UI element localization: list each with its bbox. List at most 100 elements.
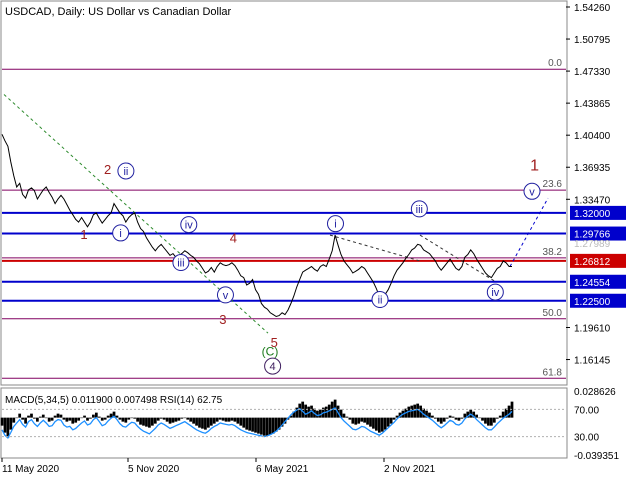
- macd-bar: [487, 417, 490, 426]
- macd-bar: [348, 417, 352, 420]
- macd-bar: [345, 416, 349, 418]
- macd-bar: [148, 417, 151, 428]
- wave-label: ii: [378, 295, 383, 307]
- fib-level-label: 23.6: [543, 179, 563, 190]
- macd-bar: [263, 417, 266, 436]
- fib-level-label: 61.8: [543, 367, 563, 378]
- macd-bar: [448, 415, 452, 418]
- chart-title: USDCAD, Daily: US Dollar vs Canadian Dol…: [5, 6, 232, 18]
- macd-bar: [383, 417, 387, 430]
- indicator-title: MACD(5,34,5) 0.011900 0.007498 RSI(14) 6…: [5, 395, 223, 406]
- macd-bar: [195, 417, 198, 426]
- level-price-text: 1.26812: [574, 257, 611, 268]
- macd-bar: [50, 417, 54, 421]
- macd-bar: [212, 417, 216, 424]
- macd-bar: [38, 416, 42, 418]
- macd-bar: [133, 417, 137, 419]
- level-price-text: 1.32000: [574, 209, 611, 220]
- macd-bar: [44, 417, 48, 419]
- fib-level-label: 38.2: [543, 247, 563, 258]
- indicator-tick-label: 30.00: [574, 433, 599, 444]
- macd-bar: [186, 417, 190, 420]
- macd-bar: [177, 417, 181, 421]
- indicator-tick-label: 70.00: [574, 405, 599, 416]
- macd-bar: [139, 417, 142, 425]
- macd-bar: [159, 417, 163, 419]
- chart-background: [0, 0, 640, 480]
- price-tick-label: 1.50795: [574, 35, 611, 46]
- macd-bar: [271, 417, 275, 434]
- macd-bar: [136, 417, 139, 422]
- macd-bar: [245, 417, 249, 430]
- wave-label: i: [334, 219, 336, 231]
- macd-bar: [377, 417, 381, 433]
- indicator-tick-label: 0.028626: [574, 387, 616, 398]
- macd-bar: [86, 417, 89, 421]
- macd-bar: [357, 417, 361, 424]
- macd-bar: [124, 417, 128, 423]
- macd-bar: [242, 417, 246, 428]
- wave-label: 4: [230, 230, 237, 245]
- macd-bar: [180, 417, 184, 419]
- macd-bar: [206, 417, 210, 428]
- macd-bar: [68, 417, 72, 421]
- wave-label: iv: [491, 287, 499, 299]
- fib-level-label: 50.0: [543, 308, 563, 319]
- wave-label: 3: [219, 312, 226, 327]
- macd-bar: [15, 417, 19, 419]
- macd-bar: [198, 417, 201, 428]
- macd-bar: [36, 417, 39, 422]
- macd-bar: [21, 417, 25, 420]
- macd-bar: [209, 417, 213, 426]
- macd-bar: [106, 415, 110, 418]
- macd-bar: [475, 414, 478, 418]
- macd-bar: [484, 417, 487, 424]
- macd-bar: [183, 417, 187, 419]
- macd-bar: [375, 417, 378, 431]
- macd-bar: [62, 417, 66, 420]
- indicator-tick-label: -0.039351: [574, 451, 619, 462]
- macd-bar: [18, 413, 22, 418]
- macd-bar: [9, 417, 13, 430]
- price-tick-label: 1.47330: [574, 67, 611, 78]
- time-tick-label: 2 Nov 2021: [384, 464, 436, 475]
- macd-bar: [457, 417, 461, 421]
- macd-bar: [97, 416, 101, 418]
- macd-bar: [74, 417, 78, 423]
- macd-bar: [145, 417, 148, 427]
- macd-bar: [298, 403, 302, 418]
- macd-bar: [89, 417, 92, 419]
- level-price-text: 1.24554: [574, 278, 611, 289]
- macd-bar: [118, 417, 122, 420]
- macd-bar: [201, 417, 204, 429]
- macd-bar: [115, 415, 119, 418]
- macd-bar: [236, 417, 240, 424]
- macd-bar: [218, 417, 222, 420]
- macd-bar: [192, 417, 195, 424]
- macd-bar: [265, 417, 269, 436]
- macd-bar: [189, 417, 193, 422]
- macd-bar: [162, 417, 166, 420]
- macd-bar: [254, 417, 257, 433]
- price-tick-label: 1.40400: [574, 131, 611, 142]
- macd-bar: [372, 417, 375, 429]
- macd-bar: [204, 417, 207, 430]
- macd-bar: [80, 417, 83, 419]
- time-tick-label: 6 May 2021: [256, 464, 309, 475]
- fib-level-label: 0.0: [548, 58, 562, 69]
- price-tick-label: 1.33470: [574, 195, 611, 206]
- macd-bar: [268, 417, 272, 435]
- wave-label: 2: [104, 162, 111, 177]
- macd-bar: [363, 417, 366, 423]
- macd-bar: [142, 417, 145, 426]
- macd-bar: [27, 415, 30, 418]
- wave-label: iv: [185, 220, 193, 232]
- macd-bar: [495, 417, 499, 419]
- macd-bar: [224, 417, 228, 422]
- usdcad-chart: 0.0 23.6 38.2 50.0 61.8 1 2 ii i iv 4 iii v 3 5 (C) 4 i i…: [0, 0, 640, 480]
- macd-bar: [445, 417, 449, 419]
- macd-bar: [460, 417, 464, 419]
- macd-bar: [463, 413, 467, 418]
- macd-bar: [481, 417, 484, 421]
- macd-bar: [360, 417, 364, 422]
